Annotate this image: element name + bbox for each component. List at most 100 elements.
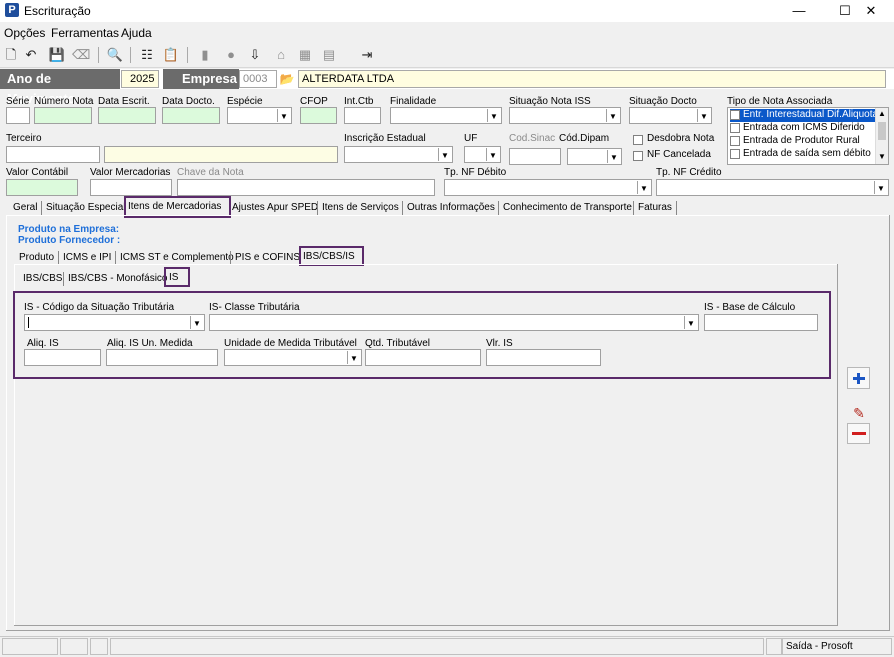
- terceiro-code-input[interactable]: [6, 146, 100, 163]
- data-docto-input[interactable]: [162, 107, 220, 124]
- folder-icon[interactable]: ▮: [196, 46, 214, 64]
- is-base-input[interactable]: [704, 314, 818, 331]
- scrollbar-thumb[interactable]: [878, 122, 886, 140]
- apple-icon[interactable]: ●: [222, 46, 240, 64]
- report-icon[interactable]: ▤: [320, 46, 338, 64]
- inscricao-estadual-select[interactable]: ▼: [344, 146, 453, 163]
- list-scrollbar[interactable]: ▲ ▼: [875, 108, 888, 164]
- tab-ajustes-apur-sped[interactable]: Ajustes Apur SPED: [232, 202, 318, 213]
- especie-select[interactable]: ▼: [227, 107, 292, 124]
- company-name-field: ALTERDATA LTDA: [298, 70, 886, 88]
- minimize-button[interactable]: —: [776, 0, 822, 22]
- cod-sinac-input[interactable]: [509, 148, 561, 165]
- tab-faturas[interactable]: Faturas: [638, 202, 672, 213]
- finalidade-select[interactable]: ▼: [390, 107, 502, 124]
- tp-nf-credito-select[interactable]: ▼: [656, 179, 889, 196]
- remove-item-button[interactable]: [847, 423, 870, 444]
- is-classe-select[interactable]: ▼: [209, 314, 699, 331]
- tab-conhecimento-de-transporte[interactable]: Conhecimento de Transporte: [503, 202, 632, 213]
- undo-icon[interactable]: ↶: [22, 46, 40, 64]
- tab-geral[interactable]: Geral: [13, 202, 37, 213]
- edit-button[interactable]: ✎: [849, 404, 869, 423]
- data-escrit-input[interactable]: [98, 107, 156, 124]
- clipboard-icon[interactable]: 📋: [162, 46, 180, 64]
- valor-contabil-label: Valor Contábil: [6, 167, 69, 178]
- checkbox[interactable]: [730, 110, 740, 120]
- tab-ibs-cbs-is[interactable]: IBS/CBS/IS: [303, 251, 355, 262]
- tipo-nota-associada-list[interactable]: Entr. Interestadual Dif.Aliquota Entrada…: [727, 107, 889, 165]
- menu-ferramentas[interactable]: Ferramentas: [51, 26, 119, 40]
- is-cst-label: IS - Código da Situação Tributária: [24, 302, 175, 313]
- desdobra-nota-checkbox[interactable]: [633, 135, 643, 145]
- nf-cancelada-checkbox[interactable]: [633, 151, 643, 161]
- preview-icon[interactable]: 🔍: [106, 46, 124, 64]
- cfop-label: CFOP: [300, 96, 328, 107]
- tab-outras-informacoes[interactable]: Outras Informações: [407, 202, 495, 213]
- tab-situacao-especial[interactable]: Situação Especial: [46, 202, 126, 213]
- exit-icon[interactable]: ⇥: [358, 46, 376, 64]
- is-cst-select[interactable]: ▼: [24, 314, 205, 331]
- close-button[interactable]: ✕: [848, 0, 894, 22]
- cod-dipam-select[interactable]: ▼: [567, 148, 622, 165]
- tab-is[interactable]: IS: [169, 272, 178, 283]
- int-ctb-input[interactable]: [344, 107, 381, 124]
- company-code-input[interactable]: 0003: [239, 70, 277, 88]
- checkbox[interactable]: [730, 136, 740, 146]
- checkbox[interactable]: [730, 149, 740, 159]
- open-folder-icon[interactable]: 📂: [278, 70, 296, 88]
- unidade-medida-label: Unidade de Medida Tributável: [224, 338, 357, 349]
- situacao-nota-iss-select[interactable]: ▼: [509, 107, 621, 124]
- chave-nota-label: Chave da Nota: [177, 167, 244, 178]
- aliq-is-input[interactable]: [24, 349, 101, 366]
- aliq-is-label: Aliq. IS: [27, 338, 59, 349]
- numero-nota-input[interactable]: [34, 107, 92, 124]
- toolbar-divider: [187, 47, 188, 63]
- serie-input[interactable]: [6, 107, 30, 124]
- chevron-down-icon: ▼: [347, 351, 360, 364]
- chevron-down-icon: ▼: [637, 181, 650, 194]
- tab-produto[interactable]: Produto: [19, 252, 54, 263]
- home-icon[interactable]: ⌂: [272, 46, 290, 64]
- export-icon[interactable]: ⇩: [246, 46, 264, 64]
- tab-icms-e-ipi[interactable]: ICMS e IPI: [63, 252, 111, 263]
- tab-itens-de-servicos[interactable]: Itens de Serviços: [322, 202, 399, 213]
- unidade-medida-select[interactable]: ▼: [224, 349, 362, 366]
- save-icon[interactable]: 💾: [48, 46, 66, 64]
- erase-icon[interactable]: ⌫: [72, 46, 90, 64]
- tab-icms-st-e-complemento[interactable]: ICMS ST e Complemento: [120, 252, 234, 263]
- tab-divider: [498, 201, 499, 215]
- uf-select[interactable]: ▼: [464, 146, 501, 163]
- calendar-icon[interactable]: ▦: [296, 46, 314, 64]
- chevron-up-icon[interactable]: ▲: [878, 109, 886, 118]
- situacao-docto-select[interactable]: ▼: [629, 107, 712, 124]
- add-item-button[interactable]: [847, 367, 870, 389]
- tab-ibs-cbs-monofasico[interactable]: IBS/CBS - Monofásico: [68, 273, 167, 284]
- list-icon[interactable]: ☷: [138, 46, 156, 64]
- chevron-down-icon: ▼: [438, 148, 451, 161]
- tab-itens-de-mercadorias[interactable]: Itens de Mercadorias: [128, 201, 221, 212]
- tab-ibs-cbs[interactable]: IBS/CBS: [23, 273, 62, 284]
- cod-sinac-label: Cod.Sinac: [509, 133, 556, 144]
- aliq-is-un-input[interactable]: [106, 349, 218, 366]
- new-doc-icon[interactable]: 🗋: [2, 46, 20, 64]
- pencil-icon: ✎: [853, 405, 865, 421]
- vlr-is-label: Vlr. IS: [486, 338, 513, 349]
- qtd-tributavel-label: Qtd. Tributável: [365, 338, 431, 349]
- tab-pis-e-cofins[interactable]: PIS e COFINS: [235, 252, 300, 263]
- list-item[interactable]: Entr. Interestadual Dif.Aliquota: [730, 109, 878, 122]
- checkbox[interactable]: [730, 123, 740, 133]
- qtd-tributavel-input[interactable]: [365, 349, 481, 366]
- valor-mercadorias-input[interactable]: [90, 179, 172, 196]
- vlr-is-input[interactable]: [486, 349, 601, 366]
- chevron-down-icon: ▼: [874, 181, 887, 194]
- menu-opcoes[interactable]: Opções: [4, 26, 45, 40]
- chave-nota-input[interactable]: [177, 179, 435, 196]
- menu-ajuda[interactable]: Ajuda: [121, 26, 152, 40]
- subpanel-right-line: [837, 264, 838, 626]
- chevron-down-icon[interactable]: ▼: [878, 152, 886, 161]
- year-input[interactable]: 2025: [121, 70, 159, 88]
- valor-contabil-input[interactable]: [6, 179, 78, 196]
- cfop-input[interactable]: [300, 107, 337, 124]
- tp-nf-debito-select[interactable]: ▼: [444, 179, 652, 196]
- text-cursor: [28, 317, 29, 328]
